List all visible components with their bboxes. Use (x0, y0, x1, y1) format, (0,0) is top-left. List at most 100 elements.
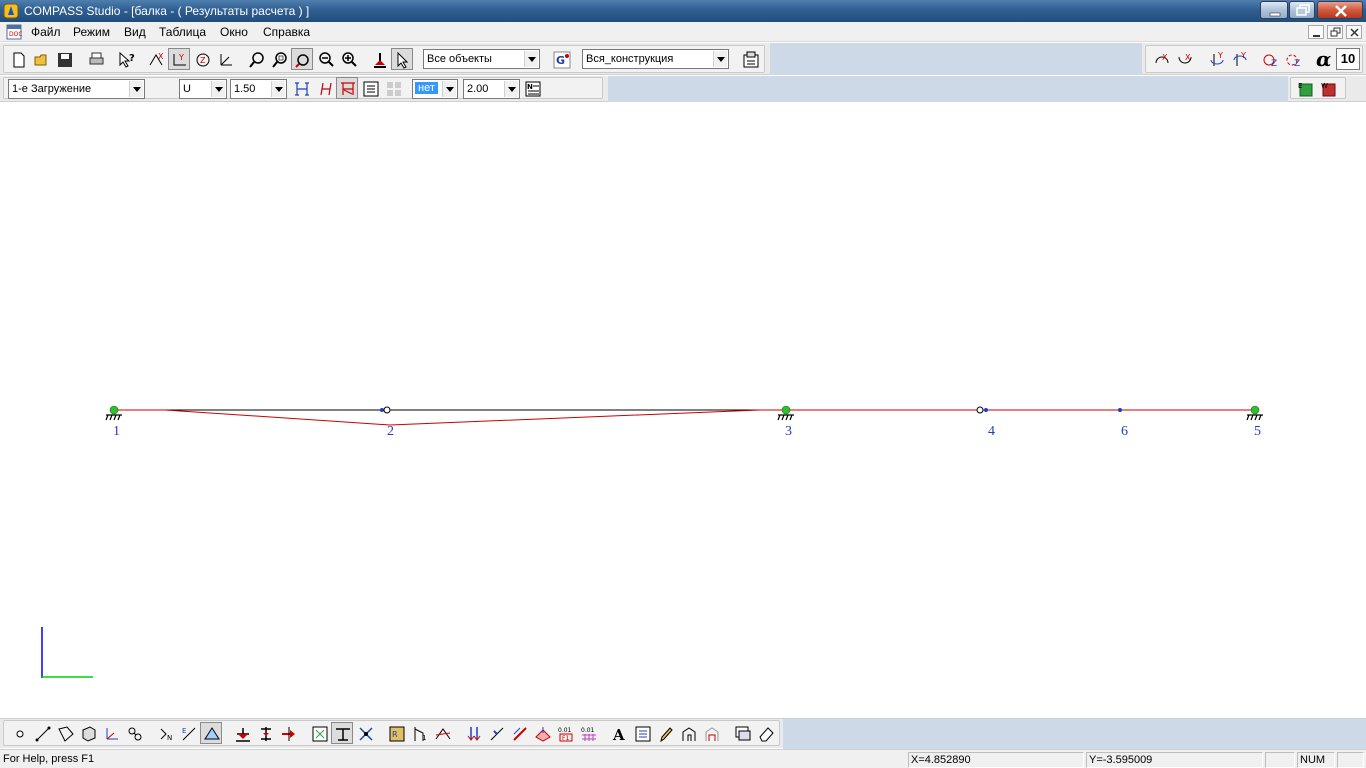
minimize-icon (1313, 35, 1320, 37)
rotate-x-button[interactable]: X (145, 48, 167, 70)
minimize-button[interactable] (1260, 1, 1288, 19)
diagram-fill-button[interactable] (336, 77, 358, 99)
menu-table[interactable]: Таблица (159, 25, 206, 39)
hinge-node-4[interactable] (976, 406, 988, 414)
group-button[interactable]: G (550, 48, 572, 70)
stiffness-button[interactable] (354, 722, 376, 744)
deformation-button[interactable] (431, 722, 453, 744)
print-button[interactable] (84, 48, 106, 70)
objects-filter-select[interactable]: Все объекты (423, 49, 540, 69)
node-numbers-button[interactable]: N (154, 722, 176, 744)
scale2-select[interactable]: 2.00 (463, 79, 520, 99)
plate-loads-button[interactable] (531, 722, 553, 744)
solid-tool-button[interactable] (77, 722, 99, 744)
node-marker-button[interactable] (368, 48, 390, 70)
properties-button[interactable] (739, 48, 761, 70)
title-bar[interactable]: COMPASS Studio - [балка - ( Результаты р… (0, 0, 1366, 22)
node-loads-button[interactable] (462, 722, 484, 744)
save-button[interactable] (53, 48, 75, 70)
distributed-loads-button[interactable] (508, 722, 530, 744)
maximize-button[interactable] (1289, 1, 1315, 19)
menu-file[interactable]: Файл (31, 25, 61, 39)
scale-select[interactable]: 1.50 (230, 79, 287, 99)
open-file-button[interactable] (30, 48, 52, 70)
frame-tool-button[interactable] (677, 722, 699, 744)
menu-help[interactable]: Справка (263, 25, 310, 39)
node-tool-button[interactable] (8, 722, 30, 744)
plate-numbers-button[interactable] (200, 722, 222, 744)
select-pointer-button[interactable] (391, 48, 413, 70)
group-filter-select[interactable]: Вся_конструкция (582, 49, 729, 69)
rotate-z-button[interactable]: Z (191, 48, 213, 70)
numbering-button[interactable]: N (521, 77, 543, 99)
menu-window[interactable]: Окно (220, 25, 248, 39)
rotate-x-minus-button[interactable]: X (1173, 48, 1195, 70)
bar-loads-button[interactable] (485, 722, 507, 744)
diagram-h-button[interactable] (290, 77, 312, 99)
report-button[interactable] (631, 722, 653, 744)
option-value: нет (415, 82, 438, 94)
links-button[interactable] (123, 722, 145, 744)
forces-button[interactable]: 1 (408, 722, 430, 744)
frame-edit-button[interactable] (700, 722, 722, 744)
menu-mode[interactable]: Режим (73, 25, 110, 39)
eraser-button[interactable] (754, 722, 776, 744)
text-button[interactable]: A (608, 722, 630, 744)
mdi-close-button[interactable] (1346, 25, 1362, 39)
copy-window-button[interactable] (731, 722, 753, 744)
load-case-select[interactable]: 1-е Загружение (8, 79, 145, 99)
diagram-italic-button[interactable] (313, 77, 335, 99)
zoom-out-button[interactable] (314, 48, 336, 70)
zoom-window-button[interactable] (245, 48, 267, 70)
hinges-icon (261, 727, 271, 741)
rotate-x-icon: X (149, 52, 164, 66)
local-axes-button[interactable] (100, 722, 122, 744)
result-component-select[interactable]: U (179, 79, 227, 99)
loads-button[interactable] (277, 722, 299, 744)
zoom-in-button[interactable] (337, 48, 359, 70)
zoom-all-button[interactable] (291, 48, 313, 70)
close-button[interactable] (1317, 1, 1363, 19)
export-word-button[interactable]: W (1317, 77, 1339, 99)
axes-icon (220, 54, 232, 66)
support-node-3[interactable] (777, 405, 794, 421)
rotate-z-minus-button[interactable]: Z (1282, 48, 1304, 70)
support-node-5[interactable] (1246, 405, 1263, 421)
rotate-y-minus-button[interactable]: Y (1228, 48, 1250, 70)
node-6-point[interactable] (1118, 408, 1122, 412)
context-help-button[interactable]: ? (115, 48, 137, 70)
document-icon[interactable]: DOC (6, 24, 22, 40)
bar-tool-button[interactable] (31, 722, 53, 744)
pencil-button[interactable] (654, 722, 676, 744)
element-numbers-button[interactable]: E (177, 722, 199, 744)
supports-button[interactable] (231, 722, 253, 744)
new-file-button[interactable] (7, 48, 29, 70)
option-select[interactable]: нет (412, 79, 458, 99)
mdi-minimize-button[interactable] (1308, 25, 1324, 39)
hinges-button[interactable] (254, 722, 276, 744)
values-grid-button[interactable] (382, 77, 404, 99)
material-button[interactable] (331, 722, 353, 744)
menu-view[interactable]: Вид (124, 25, 146, 39)
axes-button[interactable] (214, 48, 236, 70)
hinge-node-2[interactable] (380, 406, 391, 414)
rotate-y-plus-button[interactable]: Y (1205, 48, 1227, 70)
model-canvas[interactable]: 1 2 3 4 6 5 (0, 103, 1366, 718)
rotate-x-plus-button[interactable]: X (1150, 48, 1172, 70)
section-button[interactable] (308, 722, 330, 744)
rotate-z-plus-button[interactable]: Z (1259, 48, 1281, 70)
zoom-select-button[interactable] (268, 48, 290, 70)
reactions-button[interactable]: R (385, 722, 407, 744)
zoom-all-icon (295, 54, 309, 68)
close-icon (1350, 28, 1359, 37)
rotation-angle-field[interactable]: 10 (1336, 48, 1360, 70)
export-excel-button[interactable]: E (1294, 77, 1316, 99)
values-table-button[interactable] (359, 77, 381, 99)
rotate-y-button[interactable]: Y (168, 48, 190, 70)
plate-tool-button[interactable] (54, 722, 76, 744)
mdi-restore-button[interactable] (1327, 25, 1343, 39)
caps-indicator (1265, 752, 1295, 768)
load-grid-button[interactable]: 0.01 (577, 722, 599, 744)
support-node-1[interactable] (105, 405, 122, 421)
load-values-button[interactable]: 0.01 F1 (554, 722, 576, 744)
